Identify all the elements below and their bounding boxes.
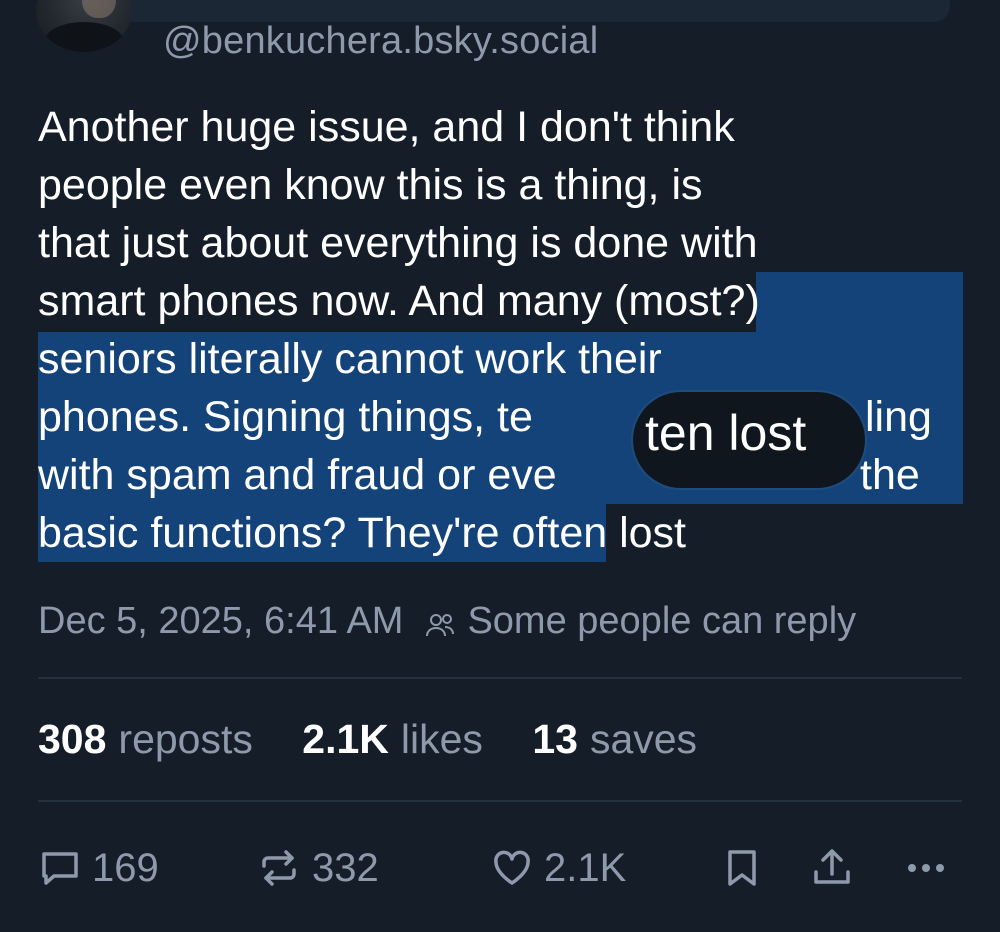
reply-count: 169 [92,845,159,890]
selected-text: seniors literally cannot work their [38,335,662,383]
top-bar [60,0,950,22]
post-line: seniors literally cannot work their [38,330,968,388]
more-button[interactable] [904,838,948,898]
selected-text: phones. Signing things, te [38,393,533,441]
divider [38,677,962,679]
like-button[interactable]: 2.1K [490,838,626,898]
author-handle[interactable]: @benkuchera.bsky.social [163,20,598,63]
saves-count: 13 [532,716,578,762]
divider [38,800,962,802]
avatar[interactable] [36,0,132,52]
post-line-text: often lost [499,509,687,557]
share-icon [810,846,854,890]
post-line: basic functions? They're often lost [38,504,968,562]
post-line-text: ling [865,393,932,441]
more-icon [904,846,948,890]
post-line: smart phones now. And many (most?) [38,272,968,330]
post-meta: Dec 5, 2025, 6:41 AM Some people can rep… [38,600,856,643]
reply-icon [38,846,82,890]
avatar-shoulder [44,22,124,52]
saves-label: saves [589,716,698,762]
bookmark-button[interactable] [720,838,764,898]
reposts-stat[interactable]: 308 reposts [38,716,253,762]
post-line: that just about everything is done with [38,214,968,272]
post-line: Another huge issue, and I don't think [38,98,968,156]
like-count: 2.1K [544,845,627,890]
selected-text: most?) [628,277,760,325]
selected-text: with spam and fraud or eve [38,451,557,499]
post-line-text: people even know this is a thing, is [38,161,703,209]
engagement-stats: 308 reposts 2.1K likes 13 saves [38,716,735,763]
bookmark-icon [720,846,764,890]
post-timestamp[interactable]: Dec 5, 2025, 6:41 AM [38,600,403,643]
post-line-text: that just about everything is done with [38,219,758,267]
repost-icon [256,846,302,890]
selected-text: basic functions? They're [38,509,500,557]
post-line: people even know this is a thing, is [38,156,968,214]
repost-button[interactable]: 332 [256,838,379,898]
post-line-text: smart phones now. And many ( [38,277,629,325]
avatar-face [82,0,116,18]
text-magnifier: ten lost [633,392,865,488]
magnifier-text: ten lost [645,405,807,461]
reposts-label: reposts [118,716,253,762]
saves-stat[interactable]: 13 saves [532,716,697,762]
post-line-text: Another huge issue, and I don't think [38,103,735,151]
heart-icon [490,846,534,890]
likes-stat[interactable]: 2.1K likes [302,716,483,762]
post-text[interactable]: Another huge issue, and I don't think pe… [38,98,968,562]
post-line-text: the [860,451,920,499]
action-bar: 169 332 2.1K [38,838,962,898]
reposts-count: 308 [38,716,107,762]
people-icon [425,607,455,637]
likes-label: likes [400,716,483,762]
likes-count: 2.1K [302,716,389,762]
reply-setting[interactable]: Some people can reply [467,600,856,643]
repost-count: 332 [312,845,379,890]
share-button[interactable] [810,838,854,898]
reply-button[interactable]: 169 [38,838,159,898]
